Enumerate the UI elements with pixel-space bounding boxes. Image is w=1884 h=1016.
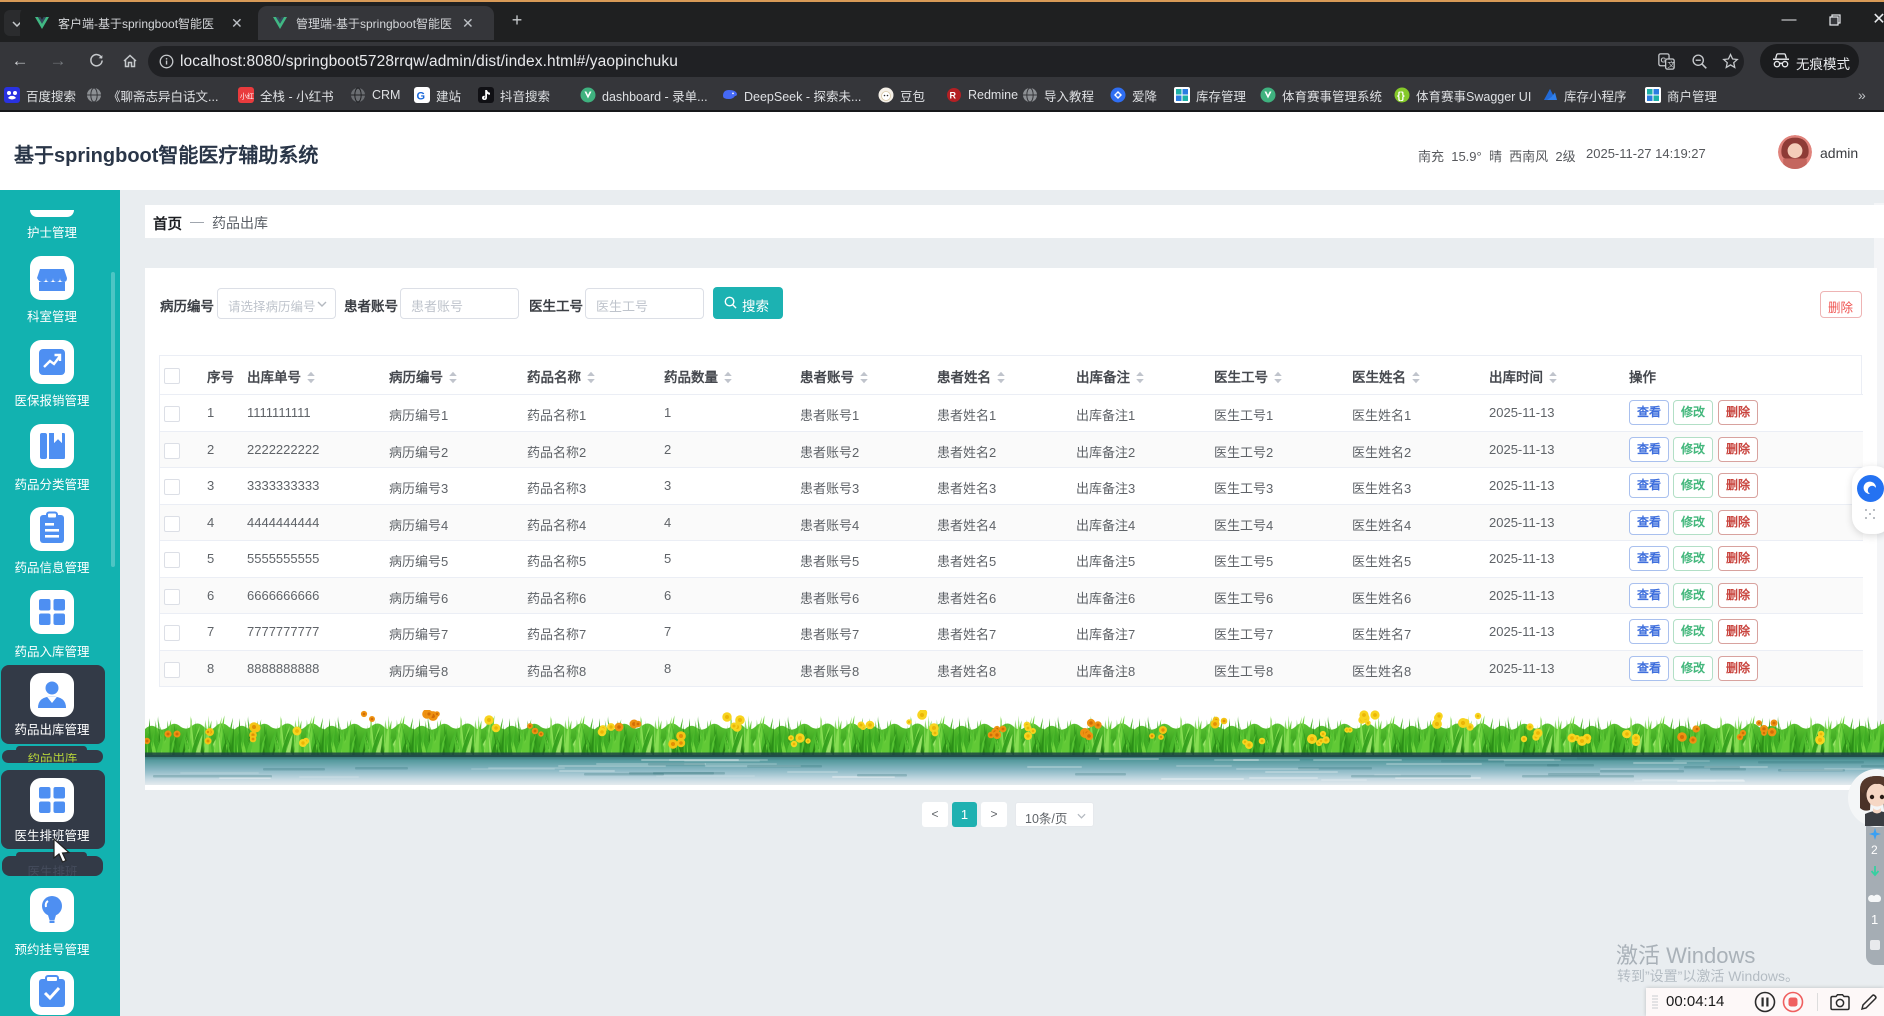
svg-text:R: R bbox=[950, 91, 957, 101]
svg-text:{}: {} bbox=[1397, 91, 1405, 102]
svg-text:小红: 小红 bbox=[240, 92, 254, 101]
svg-text:G: G bbox=[417, 91, 426, 103]
svg-text:文: 文 bbox=[1667, 59, 1675, 69]
